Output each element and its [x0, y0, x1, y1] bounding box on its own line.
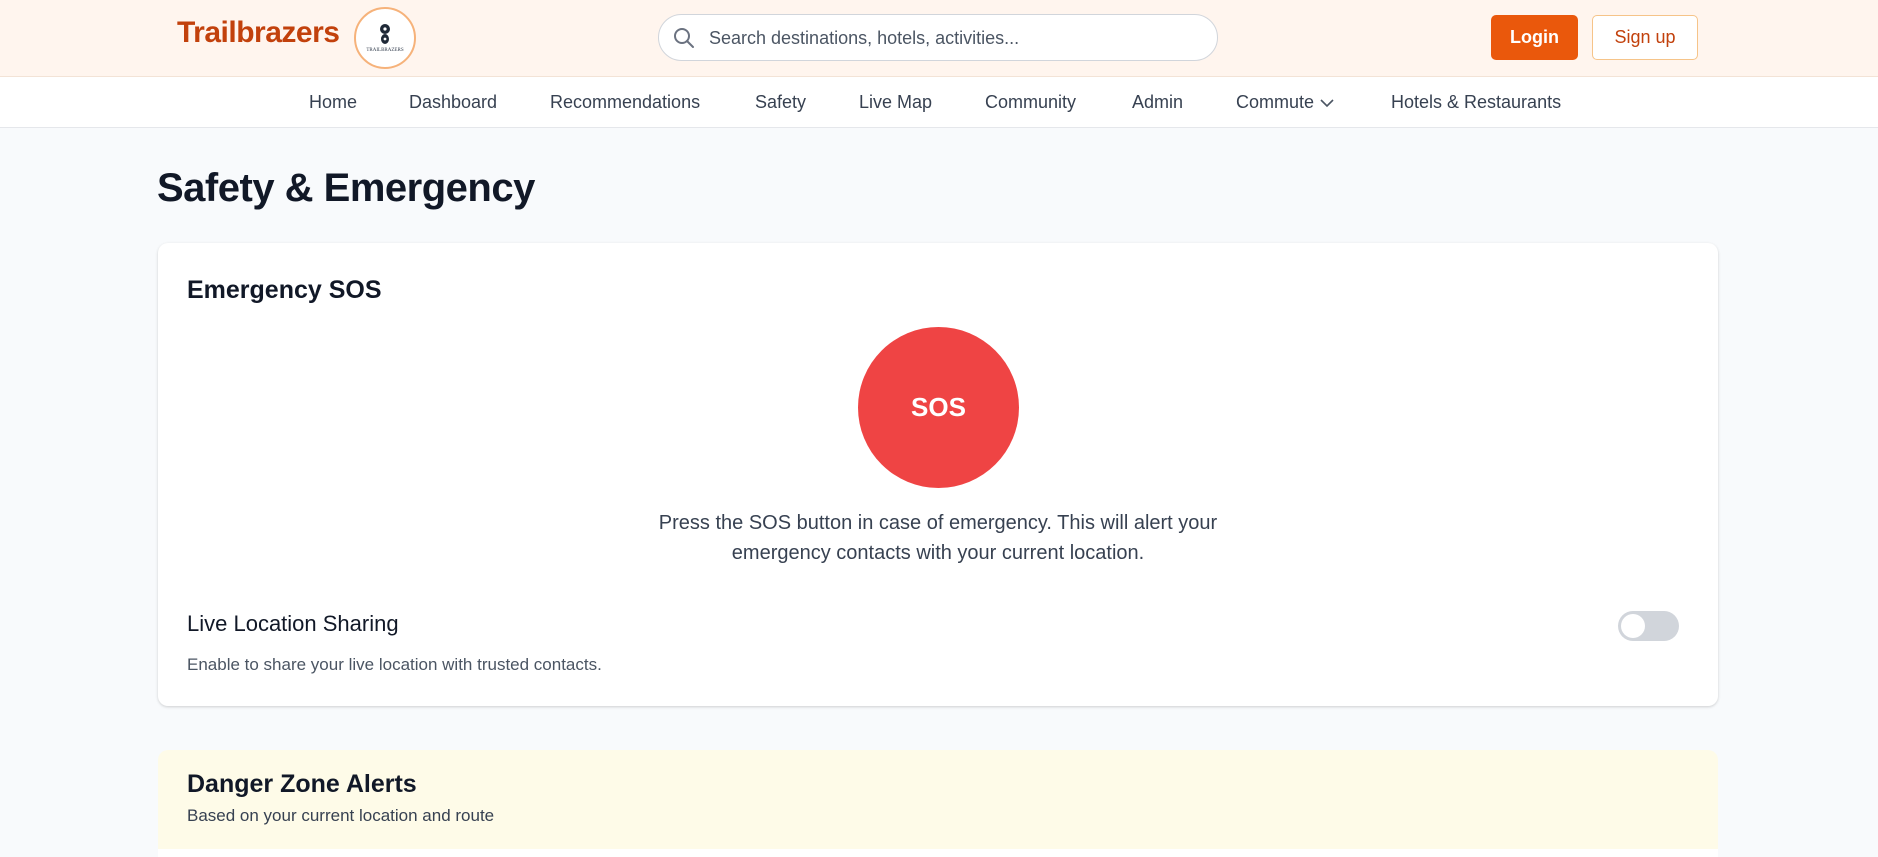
brand-name[interactable]: Trailbrazers — [177, 16, 340, 50]
search-bar[interactable] — [658, 14, 1218, 61]
nav-item-hotels-restaurants[interactable]: Hotels & Restaurants — [1391, 92, 1561, 113]
brand-logo[interactable]: TRAILBRAZERS — [354, 7, 416, 69]
nav-item-live-map[interactable]: Live Map — [859, 92, 932, 113]
page-title: Safety & Emergency — [157, 166, 535, 210]
live-location-toggle[interactable] — [1618, 611, 1679, 641]
main-nav: Home Dashboard Recommendations Safety Li… — [0, 77, 1878, 128]
nav-item-admin[interactable]: Admin — [1132, 92, 1183, 113]
danger-zone-card: Danger Zone Alerts Based on your current… — [158, 750, 1718, 857]
nav-item-safety[interactable]: Safety — [755, 92, 806, 113]
toggle-knob — [1621, 614, 1645, 638]
search-icon — [674, 28, 694, 48]
nav-item-commute[interactable]: Commute — [1236, 92, 1334, 113]
live-location-title: Live Location Sharing — [187, 611, 399, 636]
nav-item-community[interactable]: Community — [985, 92, 1076, 113]
logo-text: TRAILBRAZERS — [366, 48, 404, 53]
login-button[interactable]: Login — [1491, 15, 1578, 60]
danger-zone-content — [158, 849, 1718, 857]
search-input[interactable] — [709, 23, 1204, 53]
danger-zone-subtitle: Based on your current location and route — [187, 806, 495, 825]
chevron-down-icon — [1320, 99, 1334, 107]
danger-zone-title: Danger Zone Alerts — [187, 770, 417, 798]
footprint-icon — [380, 24, 390, 44]
signup-button[interactable]: Sign up — [1592, 15, 1698, 60]
nav-item-dashboard[interactable]: Dashboard — [409, 92, 497, 113]
emergency-sos-card: Emergency SOS SOS Press the SOS button i… — [158, 243, 1718, 706]
sos-button[interactable]: SOS — [858, 327, 1019, 488]
top-bar: Trailbrazers TRAILBRAZERS Login Sign up — [0, 0, 1878, 77]
emergency-sos-title: Emergency SOS — [187, 276, 382, 304]
nav-item-commute-label: Commute — [1236, 92, 1315, 112]
nav-item-recommendations[interactable]: Recommendations — [550, 92, 700, 113]
live-location-description: Enable to share your live location with … — [187, 655, 602, 674]
nav-item-home[interactable]: Home — [309, 92, 357, 113]
sos-description: Press the SOS button in case of emergenc… — [658, 512, 1218, 564]
